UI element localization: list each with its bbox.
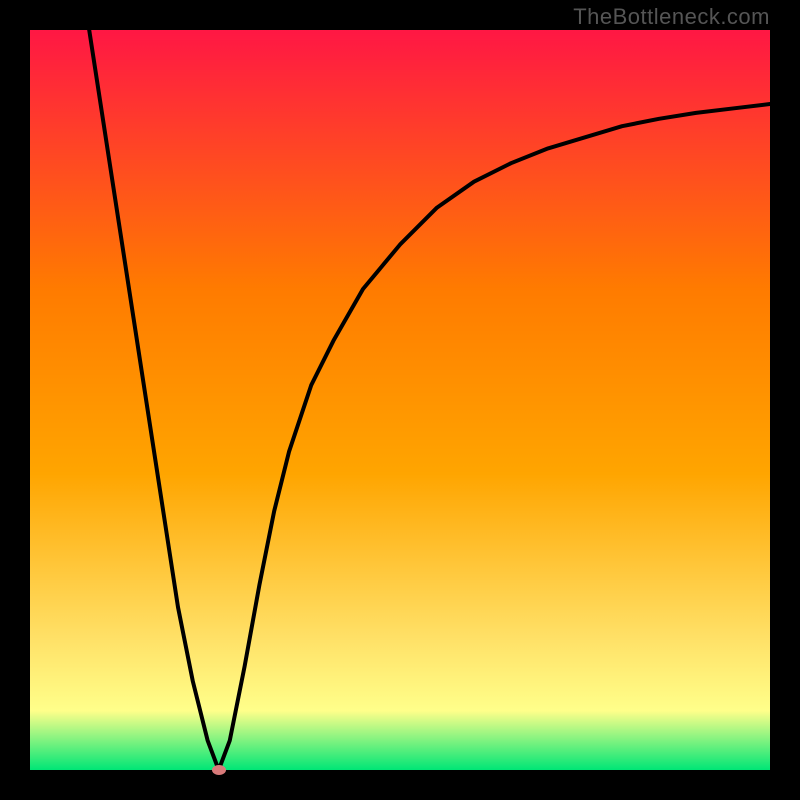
minimum-marker	[212, 765, 226, 775]
gradient-background	[30, 30, 770, 770]
watermark-text: TheBottleneck.com	[573, 4, 770, 30]
plot-frame	[30, 30, 770, 770]
bottleneck-chart	[30, 30, 770, 770]
